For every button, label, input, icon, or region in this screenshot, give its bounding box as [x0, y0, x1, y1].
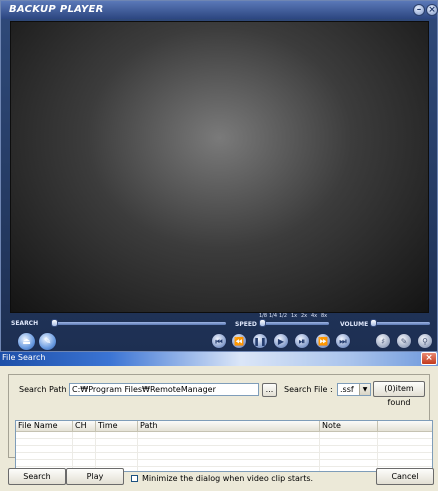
zoom-icon[interactable]: ⚲ — [417, 333, 433, 349]
table-row[interactable] — [16, 453, 432, 460]
browse-button[interactable]: ... — [262, 383, 277, 397]
close-icon[interactable]: × — [426, 4, 438, 16]
video-display[interactable] — [10, 21, 429, 313]
player-title: BACKUP PLAYER — [9, 4, 104, 15]
search-file-value: .ssf — [340, 385, 354, 394]
table-row[interactable] — [16, 439, 432, 446]
fast-forward-icon[interactable]: ⏩ — [315, 333, 331, 349]
play-icon[interactable]: ▶ — [273, 333, 289, 349]
column-header-note[interactable]: Note — [320, 421, 378, 432]
dialog-close-icon[interactable]: × — [421, 352, 437, 365]
skip-end-icon[interactable]: ⏭ — [335, 333, 351, 349]
file-search-dialog: File Search × Search Path : C:₩Program F… — [0, 352, 438, 491]
cancel-button[interactable]: Cancel — [376, 468, 434, 485]
search-slider-knob[interactable] — [51, 319, 58, 327]
speed-label: SPEED — [235, 321, 257, 328]
results-table[interactable]: File Name CH Time Path Note — [15, 420, 433, 472]
volume-slider[interactable] — [372, 322, 430, 325]
table-row[interactable] — [16, 446, 432, 453]
rewind-icon[interactable]: ⏪ — [231, 333, 247, 349]
minimize-icon[interactable]: – — [413, 4, 425, 16]
minimize-checkbox[interactable] — [131, 475, 138, 482]
speed-slider-knob[interactable] — [259, 319, 266, 327]
dialog-title: File Search — [2, 353, 46, 362]
settings-icon[interactable]: ✎ — [38, 332, 57, 351]
dialog-title-bar: File Search × — [0, 352, 438, 366]
speed-tick: 8x — [321, 313, 328, 319]
search-button[interactable]: Search — [8, 468, 66, 485]
speed-ticks: 1/8 1/4 1/2 1x 2x 4x 8x — [257, 313, 337, 319]
play-button[interactable]: Play — [66, 468, 124, 485]
column-header-ch[interactable]: CH — [73, 421, 96, 432]
column-header-file-name[interactable]: File Name — [16, 421, 73, 432]
player-title-bar: BACKUP PLAYER – × — [1, 1, 438, 19]
search-path-label: Search Path : — [19, 385, 72, 394]
column-header-blank[interactable] — [378, 421, 432, 432]
item-count-display: (0)item found — [373, 381, 425, 407]
eject-icon[interactable]: ⏏ — [17, 332, 36, 351]
speed-tick: 1/2 — [279, 313, 288, 319]
search-file-label: Search File : — [284, 385, 333, 394]
speed-tick: 1x — [291, 313, 298, 319]
speed-slider[interactable] — [259, 322, 329, 325]
search-file-select[interactable]: .ssf ▼ — [337, 383, 371, 396]
backup-player-window: BACKUP PLAYER – × SEARCH SPEED 1/8 1/4 1… — [0, 0, 438, 352]
search-label: SEARCH — [11, 320, 39, 327]
skip-start-icon[interactable]: ⏮ — [211, 333, 227, 349]
chevron-down-icon[interactable]: ▼ — [359, 384, 370, 395]
column-header-path[interactable]: Path — [138, 421, 320, 432]
pause-icon[interactable]: ❚❚ — [252, 333, 268, 349]
minimize-checkbox-label: Minimize the dialog when video clip star… — [142, 474, 314, 483]
search-slider[interactable] — [51, 322, 226, 325]
search-panel: Search Path : C:₩Program Files₩RemoteMan… — [8, 374, 433, 472]
table-row[interactable] — [16, 432, 432, 439]
speed-tick: 2x — [301, 313, 308, 319]
table-row[interactable] — [16, 460, 432, 467]
mute-icon[interactable]: ♯ — [375, 333, 391, 349]
search-path-input[interactable]: C:₩Program Files₩RemoteManager — [69, 383, 259, 396]
volume-label: VOLUME — [340, 321, 369, 328]
edit-icon[interactable]: ✎ — [396, 333, 412, 349]
speed-tick: 1/4 — [269, 313, 278, 319]
speed-tick: 4x — [311, 313, 318, 319]
volume-slider-knob[interactable] — [370, 319, 377, 327]
step-forward-icon[interactable]: ⏯ — [294, 333, 310, 349]
column-header-time[interactable]: Time — [96, 421, 138, 432]
